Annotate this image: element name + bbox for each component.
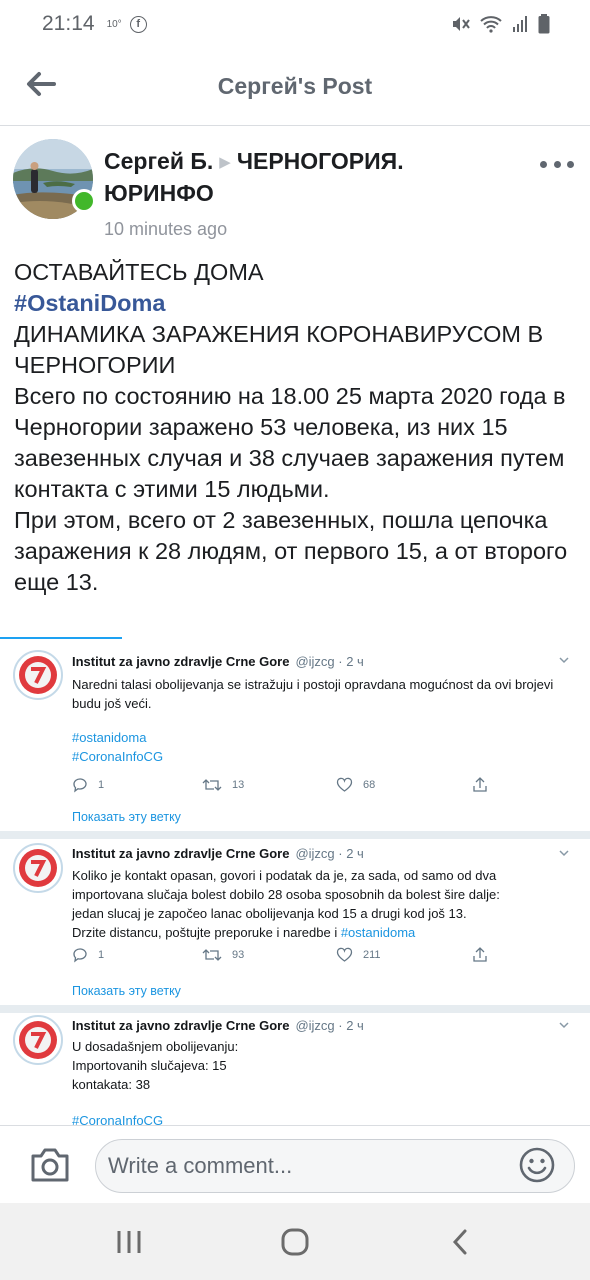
chevron-down-icon — [559, 1022, 569, 1029]
mute-icon — [453, 17, 470, 31]
chevron-down-icon — [559, 850, 569, 857]
tweet-text: U dosadašnjem obolijevanju: Importovanih … — [72, 1039, 239, 1092]
retweet-icon — [202, 779, 222, 791]
tweet-hashtag: #CoronaInfoCG — [72, 749, 164, 764]
tweet-hashtag: #ostanidoma — [72, 730, 147, 745]
post-text-line: ДИНАМИКА ЗАРАЖЕНИЯ КОРОНАВИРУСОМ В ЧЕРНО… — [14, 321, 544, 378]
share-icon — [473, 777, 487, 792]
comment-bar — [0, 1125, 590, 1203]
post-hashtag[interactable]: #OstaniDoma — [14, 288, 580, 319]
status-temperature: 10° — [106, 18, 122, 30]
battery-icon — [538, 14, 550, 34]
heart-icon — [336, 777, 353, 792]
more-horizontal-icon — [540, 160, 547, 168]
triangle-right-icon: ▶ — [219, 154, 231, 171]
tweet-separator — [0, 831, 590, 839]
post-timestamp[interactable]: 10 minutes ago — [104, 219, 227, 240]
tweet-like: 211 — [336, 947, 381, 963]
tweet-actions: 1 13 68 — [72, 777, 522, 797]
heart-icon — [336, 947, 353, 962]
tab-indicator — [0, 637, 122, 639]
reply-icon — [73, 948, 87, 963]
tweet-retweet: 93 — [202, 947, 244, 963]
camera-button[interactable] — [29, 1146, 71, 1184]
emoji-icon — [519, 1147, 555, 1183]
wifi-icon — [480, 16, 502, 33]
recent-apps-button[interactable] — [114, 1227, 144, 1257]
tweet-text: Naredni talasi obolijevanja se istražuju… — [72, 677, 554, 711]
comment-input[interactable] — [95, 1139, 575, 1193]
emoji-button[interactable] — [518, 1146, 556, 1184]
home-button[interactable] — [280, 1227, 310, 1257]
post-text-line: При этом, всего от 2 завезенных, пошла ц… — [14, 507, 568, 595]
arrow-left-icon — [27, 72, 56, 96]
status-bar: 21:14 10° f — [0, 0, 590, 48]
tweet-author: Institut za javno zdravlje Crne Gore @ijz… — [72, 846, 364, 861]
online-status-indicator — [72, 189, 96, 213]
tweet-retweet: 13 — [202, 777, 244, 793]
facebook-icon: f — [129, 15, 147, 33]
tweet-avatar — [13, 1015, 63, 1065]
tweet-hashtag: #CoronaInfoCG — [72, 1113, 164, 1125]
home-icon — [281, 1228, 309, 1256]
post-body: ОСТАВАЙТЕСЬ ДОМА #OstaniDoma ДИНАМИКА ЗА… — [14, 257, 580, 598]
post-text-line: Всего по состоянию на 18.00 25 марта 202… — [14, 383, 566, 502]
tweet-reply: 1 — [72, 777, 104, 793]
post-author-block: Сергей Б. ▶ ЧЕРНОГОРИЯ. ЮРИНФО 10 minutes … — [0, 128, 590, 248]
tweet-reply: 1 — [72, 947, 104, 963]
retweet-icon — [202, 949, 222, 961]
tweet-separator — [0, 1005, 590, 1013]
tweet-share — [472, 777, 488, 793]
more-options-button[interactable] — [540, 158, 574, 170]
post-image[interactable]: Institut za javno zdravlje Crne Gore @ijz… — [0, 637, 590, 1125]
back-button[interactable] — [24, 70, 58, 98]
status-time: 21:14 — [42, 12, 95, 35]
tweet-text: Koliko je kontakt opasan, govori i podat… — [72, 868, 500, 940]
chevron-down-icon — [559, 657, 569, 664]
tweet-like: 68 — [336, 777, 375, 793]
system-back-button[interactable] — [446, 1227, 476, 1257]
page-title: Сергей's Post — [217, 73, 373, 99]
tweet-avatar — [13, 843, 63, 893]
show-thread-link: Показать эту ветку — [72, 810, 181, 824]
author-line: Сергей Б. ▶ ЧЕРНОГОРИЯ. ЮРИНФО — [104, 146, 504, 209]
show-thread-link: Показать эту ветку — [72, 984, 181, 998]
author-name[interactable]: Сергей Б. — [104, 148, 213, 174]
share-icon — [473, 947, 487, 962]
back-icon — [452, 1229, 467, 1255]
reply-icon — [73, 778, 87, 793]
tweet-actions: 1 93 211 — [72, 947, 522, 967]
tweet-hashtag: #ostanidoma — [340, 925, 416, 940]
tweet-author: Institut za javno zdravlje Crne Gore @ijz… — [72, 654, 364, 669]
signal-icon — [513, 16, 527, 32]
tweet-author: Institut za javno zdravlje Crne Gore @ijz… — [72, 1018, 364, 1033]
tweet-avatar — [13, 650, 63, 700]
status-icons — [450, 14, 550, 34]
post-header: Сергей's Post — [0, 48, 590, 126]
tweet-share — [472, 947, 488, 963]
post-text-line: ОСТАВАЙТЕСЬ ДОМА — [14, 259, 264, 285]
recent-apps-icon — [117, 1231, 141, 1253]
camera-icon — [31, 1148, 69, 1182]
system-navigation-bar — [0, 1203, 590, 1280]
